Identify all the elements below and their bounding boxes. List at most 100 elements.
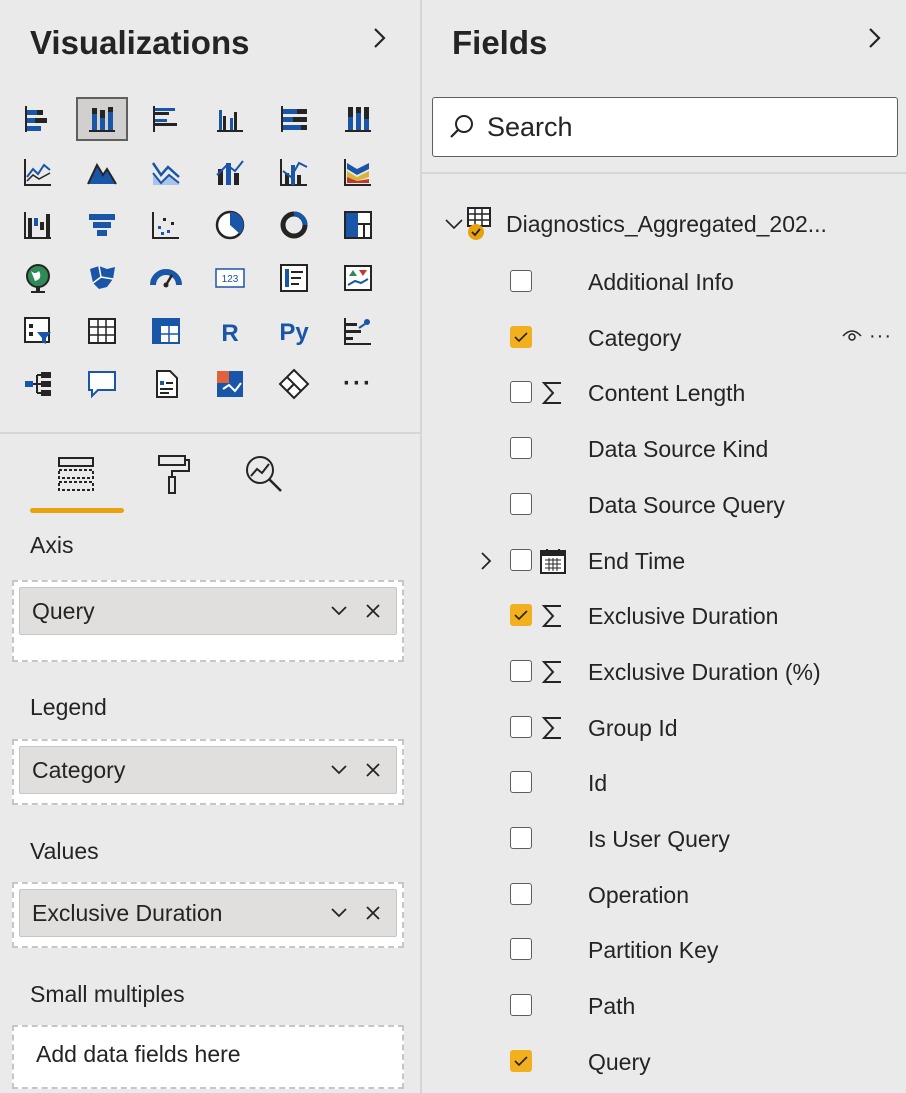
- values-field-pill[interactable]: Exclusive Duration: [19, 889, 397, 937]
- area-chart-icon[interactable]: [76, 150, 128, 194]
- 100-stacked-bar-chart-icon[interactable]: [268, 97, 320, 141]
- scatter-chart-icon[interactable]: [140, 203, 192, 247]
- field-name: End Time: [588, 548, 686, 574]
- key-influencers-icon[interactable]: [332, 309, 384, 353]
- field-row[interactable]: Data Source Query: [422, 480, 906, 530]
- close-icon[interactable]: [362, 902, 384, 924]
- tab-analytics[interactable]: [234, 444, 294, 504]
- gauge-icon[interactable]: [140, 256, 192, 300]
- field-checkbox[interactable]: [510, 827, 532, 849]
- field-row[interactable]: Exclusive Duration (%): [422, 647, 906, 697]
- paginated-report-icon[interactable]: [140, 362, 192, 406]
- clustered-bar-chart-icon[interactable]: [140, 97, 192, 141]
- field-checkbox[interactable]: [510, 1050, 532, 1072]
- collapse-visualizations-button[interactable]: [365, 20, 395, 56]
- tab-fields[interactable]: [46, 444, 106, 504]
- collapse-fields-button[interactable]: [860, 20, 890, 56]
- field-row[interactable]: Query: [422, 1037, 906, 1087]
- field-row[interactable]: End Time: [422, 536, 906, 586]
- field-row[interactable]: Data Source Kind: [422, 424, 906, 474]
- line-chart-icon[interactable]: [12, 150, 64, 194]
- legend-field-pill[interactable]: Category: [19, 746, 397, 794]
- tab-format[interactable]: [144, 444, 204, 504]
- close-icon[interactable]: [362, 600, 384, 622]
- r-script-visual-icon[interactable]: R: [204, 309, 256, 353]
- stacked-area-chart-icon[interactable]: [140, 150, 192, 194]
- python-visual-icon[interactable]: Py: [268, 309, 320, 353]
- field-row[interactable]: Content Length: [422, 368, 906, 418]
- axis-field-pill[interactable]: Query: [19, 587, 397, 635]
- field-checkbox[interactable]: [510, 994, 532, 1016]
- slicer-icon[interactable]: [12, 309, 64, 353]
- matrix-icon[interactable]: [140, 309, 192, 353]
- card-icon[interactable]: 123: [204, 256, 256, 300]
- field-checkbox[interactable]: [510, 938, 532, 960]
- table-node[interactable]: Diagnostics_Aggregated_202...: [444, 204, 827, 244]
- chevron-down-icon[interactable]: [328, 902, 350, 924]
- pie-chart-icon[interactable]: [204, 203, 256, 247]
- clustered-column-chart-icon[interactable]: [204, 97, 256, 141]
- field-checkbox[interactable]: [510, 660, 532, 682]
- map-icon[interactable]: [12, 256, 64, 300]
- field-name: Group Id: [588, 715, 678, 741]
- funnel-chart-icon[interactable]: [76, 203, 128, 247]
- arcgis-maps-icon[interactable]: [204, 362, 256, 406]
- close-icon[interactable]: [362, 759, 384, 781]
- chevron-down-icon[interactable]: [328, 759, 350, 781]
- chevron-right-icon[interactable]: [478, 549, 494, 573]
- field-checkbox[interactable]: [510, 549, 532, 571]
- field-row[interactable]: Group Id: [422, 703, 906, 753]
- qna-icon[interactable]: [76, 362, 128, 406]
- field-row[interactable]: Id: [422, 758, 906, 808]
- field-row[interactable]: Exclusive Duration: [422, 591, 906, 641]
- eye-icon[interactable]: [841, 323, 863, 350]
- values-well[interactable]: Exclusive Duration: [12, 882, 404, 948]
- field-checkbox[interactable]: [510, 270, 532, 292]
- treemap-icon[interactable]: [332, 203, 384, 247]
- axis-well[interactable]: Query: [12, 580, 404, 662]
- multi-row-card-icon[interactable]: [268, 256, 320, 300]
- table-icon[interactable]: [76, 309, 128, 353]
- chevron-down-icon[interactable]: [444, 214, 464, 234]
- donut-chart-icon[interactable]: [268, 203, 320, 247]
- line-and-clustered-column-chart-icon[interactable]: [268, 150, 320, 194]
- field-checkbox[interactable]: [510, 716, 532, 738]
- legend-well-label: Legend: [30, 694, 107, 720]
- field-row[interactable]: Is User Query: [422, 814, 906, 864]
- more-visuals-icon[interactable]: ···: [332, 362, 384, 406]
- stacked-column-chart-icon[interactable]: [75, 96, 129, 141]
- power-apps-icon[interactable]: [268, 362, 320, 406]
- field-checkbox[interactable]: [510, 771, 532, 793]
- field-row[interactable]: Additional Info: [422, 257, 906, 307]
- stacked-bar-chart-icon[interactable]: [12, 97, 64, 141]
- small-multiples-well[interactable]: Add data fields here: [12, 1025, 404, 1089]
- values-field-name: Exclusive Duration: [32, 899, 223, 926]
- svg-text:Py: Py: [279, 319, 309, 346]
- fields-well-icon: [58, 457, 94, 491]
- field-checkbox[interactable]: [510, 493, 532, 515]
- field-row[interactable]: Operation: [422, 870, 906, 920]
- field-checkbox[interactable]: [510, 604, 532, 626]
- field-checkbox[interactable]: [510, 326, 532, 348]
- ribbon-chart-icon[interactable]: [332, 150, 384, 194]
- analytics-icon: [246, 456, 282, 492]
- field-row[interactable]: Partition Key: [422, 925, 906, 975]
- field-checkbox[interactable]: [510, 883, 532, 905]
- more-options-icon[interactable]: ···: [869, 325, 892, 348]
- field-checkbox[interactable]: [510, 437, 532, 459]
- chevron-down-icon[interactable]: [328, 600, 350, 622]
- field-name: Operation: [588, 882, 690, 908]
- search-input[interactable]: [485, 110, 869, 144]
- field-row[interactable]: Path: [422, 981, 906, 1031]
- 100-stacked-column-chart-icon[interactable]: [332, 97, 384, 141]
- fields-search-box[interactable]: [432, 97, 898, 157]
- field-row[interactable]: Category ···: [422, 313, 906, 363]
- decomposition-tree-icon[interactable]: [12, 362, 64, 406]
- sigma-icon: [538, 378, 568, 408]
- kpi-icon[interactable]: [332, 256, 384, 300]
- waterfall-chart-icon[interactable]: [12, 203, 64, 247]
- legend-well[interactable]: Category: [12, 739, 404, 805]
- field-checkbox[interactable]: [510, 381, 532, 403]
- filled-map-icon[interactable]: [76, 256, 128, 300]
- line-and-stacked-column-chart-icon[interactable]: [204, 150, 256, 194]
